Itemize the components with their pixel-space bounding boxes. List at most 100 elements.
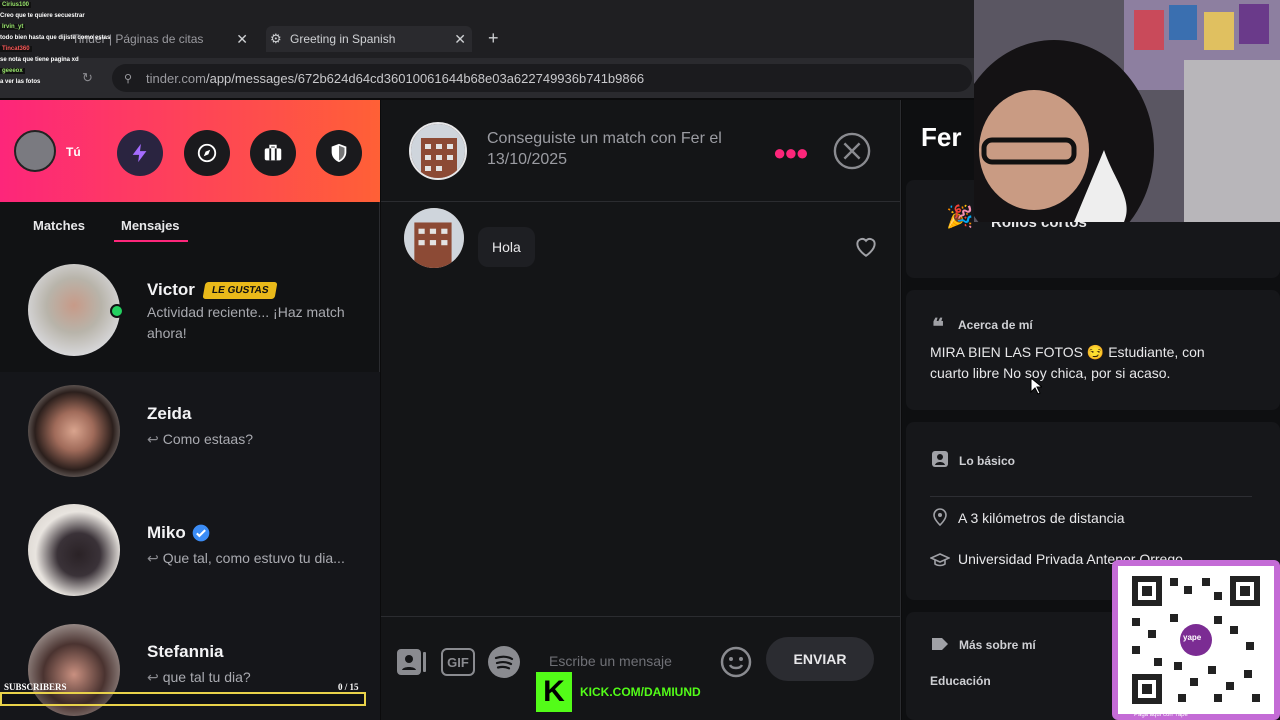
- chat-message: Tincat360: [0, 44, 210, 55]
- tab-mensajes[interactable]: Mensajes: [121, 218, 180, 233]
- kick-banner: K KICK.COM/DAMIUND: [536, 672, 701, 712]
- party-popper-icon: 🎉: [946, 204, 974, 229]
- subscribers-count: 0 / 15: [338, 682, 359, 692]
- chat-message: Irvin_yt: [0, 22, 210, 33]
- sidebar: Tú Matches Mensajes Victor LE GUSTAS Act…: [0, 100, 380, 720]
- message-preview: ↩ Que tal, como estuvo tu dia...: [147, 548, 377, 569]
- explore-button[interactable]: [184, 130, 230, 176]
- tag-icon: [932, 638, 948, 650]
- lightning-icon: [132, 143, 147, 163]
- message-bubble: Hola: [478, 227, 535, 267]
- more-options-icon[interactable]: ●●●: [773, 140, 809, 166]
- gif-button[interactable]: GIF: [441, 648, 475, 676]
- spotify-icon[interactable]: [487, 645, 521, 679]
- building-photo: [411, 124, 465, 178]
- location-pin-icon: [933, 508, 947, 526]
- about-title: Acerca de mí: [958, 318, 1033, 332]
- message-preview: ↩ que tal tu dia?: [147, 667, 362, 688]
- preview-text: Como estaas?: [162, 431, 254, 447]
- chat-text: Creo que te quiere secuestrar: [0, 13, 85, 19]
- chat-text: a ver las fotos: [0, 79, 41, 85]
- compass-icon: [197, 143, 217, 163]
- chat-user: Cirius100: [0, 2, 32, 8]
- person-card-icon: [932, 451, 948, 467]
- sidebar-header: Tú: [0, 100, 380, 202]
- heart-icon[interactable]: [853, 234, 879, 258]
- shield-icon: [331, 143, 347, 163]
- preview-text: Que tal, como estuvo tu dia...: [162, 550, 345, 566]
- sidebar-tabs: Matches Mensajes: [0, 210, 380, 250]
- emoji-icon[interactable]: [719, 645, 753, 679]
- avatar: [28, 264, 120, 356]
- match-name: Stefannia: [147, 642, 224, 661]
- about-card: ❝ Acerca de mí MIRA BIEN LAS FOTOS 😏 Est…: [906, 290, 1280, 410]
- subscribers-progress-bar: [0, 692, 366, 706]
- stream-chat-overlay: Cirius100 Creo que te quiere secuestrar …: [0, 0, 210, 90]
- contact-card-icon[interactable]: [395, 645, 429, 679]
- close-tab-icon[interactable]: ✕: [454, 31, 466, 48]
- likes-you-badge: LE GUSTAS: [202, 282, 278, 299]
- graduation-cap-icon: [930, 553, 950, 567]
- reply-icon: ↩: [147, 431, 159, 447]
- basics-title: Lo básico: [959, 454, 1016, 468]
- chat-user: Tincat360: [0, 46, 32, 52]
- tab-greeting-label: Greeting in Spanish: [290, 32, 396, 46]
- preview-text: que tal tu dia?: [162, 669, 251, 685]
- reply-icon: ↩: [147, 669, 159, 685]
- divider: [930, 496, 1252, 497]
- send-button[interactable]: ENVIAR: [766, 637, 874, 681]
- tab-greeting[interactable]: ⚙ Greeting in Spanish ✕: [266, 26, 472, 52]
- match-date-title: Conseguiste un match con Fer el 13/10/20…: [487, 130, 722, 168]
- message-preview: ↩ Como estaas?: [147, 429, 362, 450]
- more-title: Más sobre mí: [959, 638, 1036, 652]
- avatar[interactable]: [14, 130, 56, 172]
- about-text: MIRA BIEN LAS FOTOS 😏 Estudiante, con cu…: [930, 344, 1205, 381]
- close-tab-icon[interactable]: ✕: [236, 31, 248, 48]
- list-item[interactable]: Zeida ↩ Como estaas?: [0, 372, 380, 490]
- streamer-webcam-image: [974, 0, 1280, 222]
- self-label[interactable]: Tú: [66, 145, 81, 159]
- message-preview: Actividad reciente... ¡Haz match ahora!: [147, 304, 345, 341]
- url-input[interactable]: ⚲ tinder.com/app/messages/672b624d64cd36…: [112, 64, 972, 92]
- match-name: Miko: [147, 523, 186, 542]
- match-name: Zeida: [147, 404, 192, 423]
- avatar[interactable]: [409, 122, 467, 180]
- chat-message: geeeox: [0, 66, 210, 77]
- avatar[interactable]: [404, 208, 464, 268]
- boost-button[interactable]: [117, 130, 163, 176]
- tab-matches[interactable]: Matches: [33, 218, 85, 233]
- profile-name: Fer: [921, 122, 962, 152]
- active-tab-indicator: [114, 240, 188, 242]
- openai-icon: ⚙: [270, 31, 282, 46]
- kick-url-text: KICK.COM/DAMIUND: [580, 685, 701, 699]
- building-photo: [404, 208, 464, 268]
- conversation-header: Conseguiste un match con Fer el 13/10/20…: [381, 100, 901, 202]
- yape-logo-text: yape: [1183, 633, 1202, 642]
- avatar: [28, 504, 120, 596]
- avatar: [28, 385, 120, 477]
- webcam-overlay: [974, 0, 1280, 222]
- online-status-dot: [110, 304, 124, 318]
- kick-logo-icon: K: [536, 672, 572, 712]
- mouse-cursor-icon: [1030, 377, 1042, 395]
- conversation-panel: Conseguiste un match con Fer el 13/10/20…: [381, 100, 901, 720]
- chat-text: se nota que tiene pagina xd: [0, 57, 79, 63]
- reply-icon: ↩: [147, 550, 159, 566]
- qr-caption: Paga aquí con Yape: [1134, 712, 1188, 718]
- list-item[interactable]: Victor LE GUSTAS Actividad reciente... ¡…: [0, 252, 380, 370]
- subscribers-label: SUBSCRIBERS: [4, 682, 67, 692]
- chat-text: todo bien hasta que dijiste como estas: [0, 35, 111, 41]
- url-path: /app/messages/672b624d64cd36010061644b68…: [205, 70, 645, 86]
- new-tab-icon[interactable]: +: [488, 28, 499, 49]
- qr-code: yape: [1118, 566, 1274, 714]
- education-label: Educación: [930, 674, 991, 688]
- work-button[interactable]: [250, 130, 296, 176]
- close-icon[interactable]: [833, 132, 871, 170]
- safety-button[interactable]: [316, 130, 362, 176]
- match-name: Victor: [147, 280, 195, 299]
- list-item[interactable]: Miko ↩ Que tal, como estuvo tu dia...: [0, 490, 380, 608]
- quote-icon: ❝: [932, 314, 944, 339]
- distance-text: A 3 kilómetros de distancia: [958, 510, 1125, 526]
- chat-user: geeeox: [0, 68, 25, 74]
- chat-message: Cirius100: [0, 0, 210, 11]
